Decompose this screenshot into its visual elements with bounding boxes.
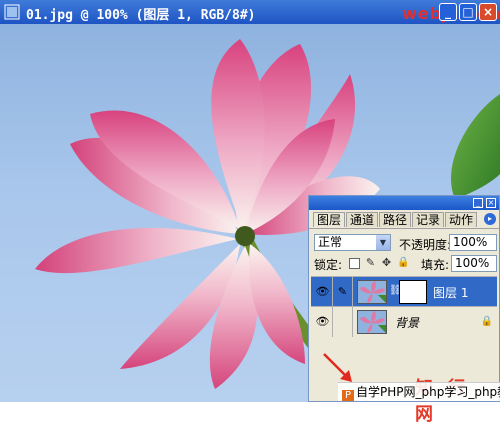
window-titlebar[interactable]: 01.jpg @ 100% (图层 1, RGB/8#) webjx.com _… <box>0 0 500 24</box>
tab-history[interactable]: 记录 <box>412 212 445 227</box>
php-logo-icon: P <box>342 390 354 401</box>
site-watermark-text: 自学PHP网_php学习_php教 <box>356 385 500 399</box>
lock-all-icon[interactable]: 🔒 <box>397 258 409 269</box>
eye-visibility-icon[interactable]: 👁 <box>313 307 333 337</box>
lock-image-brush-icon[interactable]: ✎ <box>365 257 376 269</box>
photoshop-document-icon <box>4 4 20 20</box>
layer1-thumbnail <box>357 280 387 304</box>
blend-mode-value: 正常 <box>318 235 343 249</box>
fill-value: 100% <box>455 256 490 270</box>
tab-actions[interactable]: 动作 <box>445 212 478 227</box>
tab-layers[interactable]: 图层 <box>313 212 346 227</box>
chevron-down-icon: ▼ <box>376 235 390 250</box>
tab-channels[interactable]: 通道 <box>346 212 379 227</box>
palette-tabs: 图层 通道 路径 记录 动作 ▸ <box>309 210 499 229</box>
fill-field[interactable]: 100% <box>451 255 497 272</box>
opacity-value: 100% <box>453 235 488 249</box>
minimize-button[interactable]: _ <box>439 3 457 21</box>
background-thumbnail <box>357 310 387 334</box>
palette-minimize-button[interactable]: _ <box>473 198 483 208</box>
tab-paths[interactable]: 路径 <box>379 212 412 227</box>
layer-name-background[interactable]: 背景 <box>395 314 419 331</box>
lock-icon: 🔒 <box>480 316 493 327</box>
layer-name-layer1[interactable]: 图层 1 <box>433 284 468 301</box>
fill-label: 填充: <box>421 258 450 272</box>
blend-mode-select[interactable]: 正常 ▼ <box>314 234 391 251</box>
close-button[interactable]: × <box>479 3 497 21</box>
layer-row-background[interactable]: 👁 背景 🔒 <box>311 306 497 337</box>
palette-menu-icon[interactable]: ▸ <box>484 213 496 225</box>
lock-label: 锁定: <box>314 258 343 272</box>
lock-row: 锁定: ✎ ✥ 🔒 填充: 100% <box>309 254 499 274</box>
brush-link-icon[interactable] <box>333 307 353 337</box>
lock-position-move-icon[interactable]: ✥ <box>381 257 392 269</box>
window-title: 01.jpg @ 100% (图层 1, RGB/8#) <box>26 8 256 23</box>
palette-close-button[interactable]: × <box>486 198 496 208</box>
layer-mask-thumbnail[interactable] <box>399 280 427 304</box>
palette-titlebar[interactable]: _ × <box>309 196 499 210</box>
brush-link-icon[interactable]: ✎ <box>333 277 353 307</box>
opacity-field[interactable]: 100% <box>449 234 497 251</box>
window-controls: _ □ × <box>439 3 497 21</box>
blend-row: 正常 ▼ 不透明度: 100% <box>309 232 499 254</box>
opacity-label: 不透明度: <box>399 238 452 252</box>
lock-transparency-icon[interactable] <box>349 258 360 269</box>
layer-row-layer1[interactable]: 👁 ✎ ⛓ 图层 1 <box>311 276 497 307</box>
site-watermark-bar: P 自学PHP网_php学习_php教 <box>338 382 500 401</box>
eye-visibility-icon[interactable]: 👁 <box>313 277 333 307</box>
maximize-button[interactable]: □ <box>459 3 477 21</box>
